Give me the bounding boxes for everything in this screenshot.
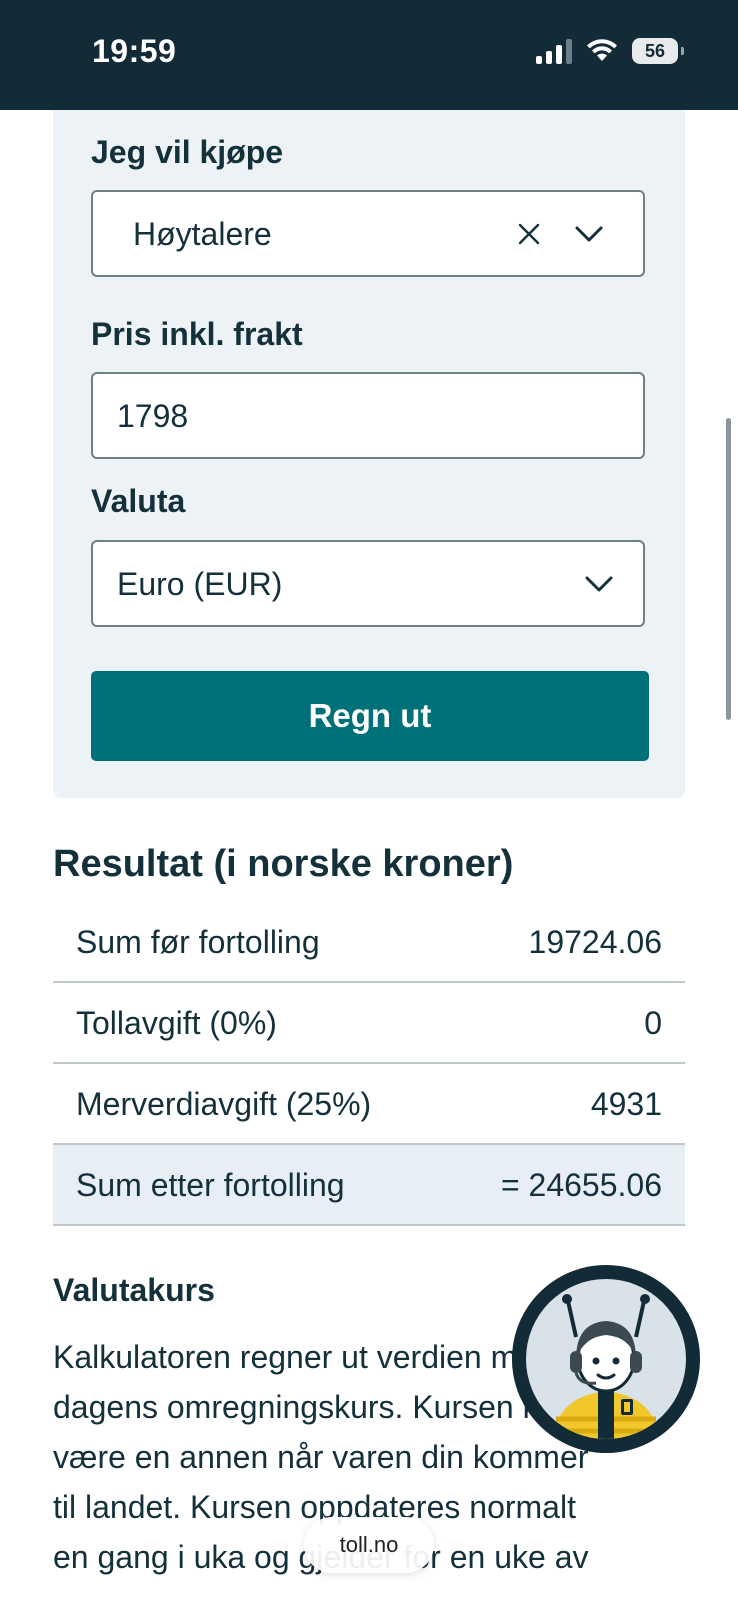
product-select[interactable]: Høytalere xyxy=(91,190,645,277)
row-value: = 24655.06 xyxy=(500,1167,662,1203)
price-input[interactable]: 1798 xyxy=(91,372,645,459)
status-time: 19:59 xyxy=(92,33,177,69)
chatbot-avatar-icon xyxy=(526,1279,686,1439)
row-value: 4931 xyxy=(590,1086,662,1122)
scrollbar[interactable] xyxy=(726,418,731,720)
table-row: Tollavgift (0%) 0 xyxy=(53,983,685,1064)
result-table: Sum før fortolling 19724.06 Tollavgift (… xyxy=(53,902,685,1226)
row-label: Sum før fortolling xyxy=(76,924,320,960)
exchange-heading: Valutakurs xyxy=(53,1272,215,1308)
result-title: Resultat (i norske kroner) xyxy=(53,843,514,885)
row-label: Sum etter fortolling xyxy=(76,1167,345,1203)
battery-indicator: 56 xyxy=(632,38,684,64)
row-value: 0 xyxy=(644,1005,662,1041)
row-value: 19724.06 xyxy=(528,924,662,960)
table-row: Merverdiavgift (25%) 4931 xyxy=(53,1064,685,1145)
chevron-down-icon[interactable] xyxy=(581,566,617,602)
calculator-form: Jeg vil kjøpe Høytalere Pris inkl. frakt… xyxy=(53,110,685,798)
price-input-value: 1798 xyxy=(117,398,189,434)
chatbot-button[interactable] xyxy=(512,1265,700,1453)
browser-url-pill[interactable]: toll.no xyxy=(304,1517,434,1573)
table-row: Sum før fortolling 19724.06 xyxy=(53,902,685,983)
total-row: Sum etter fortolling = 24655.06 xyxy=(53,1145,685,1226)
product-select-value: Høytalere xyxy=(133,216,272,252)
calculate-button[interactable]: Regn ut xyxy=(91,671,649,761)
row-label: Tollavgift (0%) xyxy=(76,1005,277,1041)
close-icon[interactable] xyxy=(511,216,547,252)
price-label: Pris inkl. frakt xyxy=(91,316,303,352)
row-label: Merverdiavgift (25%) xyxy=(76,1086,372,1122)
product-label: Jeg vil kjøpe xyxy=(91,134,284,170)
currency-select[interactable]: Euro (EUR) xyxy=(91,540,645,627)
chevron-down-icon[interactable] xyxy=(571,216,607,252)
wifi-icon xyxy=(587,39,617,61)
status-icons: 56 xyxy=(536,38,684,64)
currency-select-value: Euro (EUR) xyxy=(117,566,283,602)
status-bar: 19:59 56 xyxy=(0,0,738,110)
cellular-signal-icon xyxy=(536,38,572,64)
currency-label: Valuta xyxy=(91,483,186,519)
